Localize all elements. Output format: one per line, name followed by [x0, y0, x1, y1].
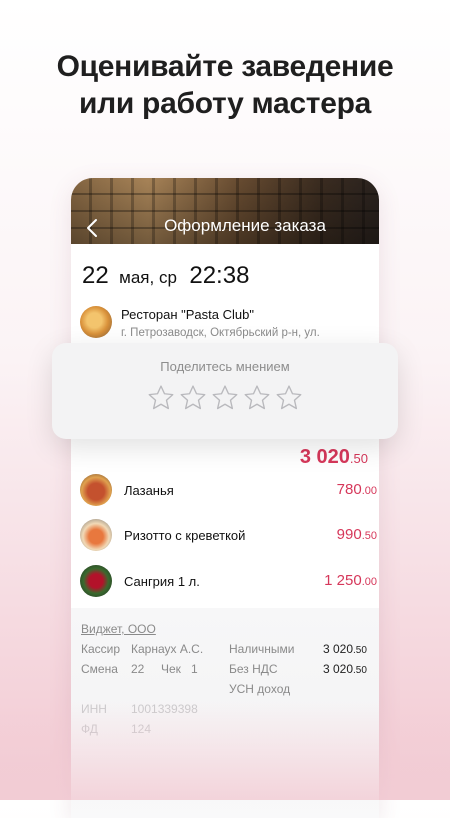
risotto-photo [80, 519, 112, 551]
phone-screen: Оформление заказа 22 мая, ср 22:38 Ресто… [71, 178, 379, 818]
star-icon[interactable] [210, 383, 240, 413]
restaurant-address: г. Петрозаводск, Октябрьский р-н, ул. [121, 327, 320, 339]
order-time: 22:38 [189, 262, 250, 289]
star-icon[interactable] [146, 383, 176, 413]
sangria-photo [80, 565, 112, 597]
headline-line-2: или работу мастера [78, 87, 371, 120]
cashier-label: Кассир [81, 642, 121, 656]
screen-title: Оформление заказа [164, 216, 326, 235]
receipt-company[interactable]: Виджет, ООО [81, 622, 156, 636]
item-name: Сангрия 1 л. [124, 574, 200, 589]
promo-headline: Оценивайте заведение или работу мастера [0, 48, 450, 122]
lasagna-photo [80, 474, 112, 506]
order-total-integer: 3 020 [299, 446, 350, 468]
order-item: Ризотто с креветкой 990.50 [80, 519, 377, 553]
star-rating[interactable] [52, 383, 398, 413]
inn-label: ИНН [81, 702, 107, 716]
vat-value: 3 020.50 [323, 662, 367, 676]
vat-label: Без НДС [229, 662, 278, 676]
item-price: 1 250.00 [324, 572, 377, 589]
shift-value: 22 [131, 662, 145, 676]
item-name: Лазанья [124, 483, 174, 498]
star-icon[interactable] [242, 383, 272, 413]
restaurant-name: Ресторан "Pasta Club" [121, 307, 254, 322]
star-icon[interactable] [274, 383, 304, 413]
fiscal-receipt: Виджет, ООО Кассир Карнаух А.С. Наличным… [71, 608, 379, 818]
back-arrow-icon[interactable] [85, 218, 101, 238]
cash-label: Наличными [229, 642, 295, 656]
fd-label: ФД [81, 722, 98, 736]
check-label: Чек [161, 662, 181, 676]
order-total: 3 020.50 [300, 446, 368, 469]
cash-value: 3 020.50 [323, 642, 367, 656]
check-value: 1 [191, 662, 198, 676]
tax-system-label: УСН доход [229, 682, 291, 696]
order-day: 22 [82, 262, 109, 289]
order-item: Сангрия 1 л. 1 250.00 [80, 565, 377, 599]
order-datetime: 22 мая, ср 22:38 [82, 262, 249, 290]
rating-popup: Поделитесь мнением [52, 343, 398, 439]
shift-label: Смена [81, 662, 118, 676]
order-item: Лазанья 780.00 [80, 474, 377, 508]
restaurant-info[interactable]: Ресторан "Pasta Club" г. Петрозаводск, О… [80, 306, 379, 346]
item-name: Ризотто с креветкой [124, 528, 246, 543]
cashier-value: Карнаух А.С. [131, 642, 204, 656]
restaurant-avatar [80, 306, 112, 338]
fd-value: 124 [131, 722, 152, 736]
item-price: 990.50 [336, 526, 377, 543]
order-month-weekday: мая, ср [119, 268, 177, 287]
item-price: 780.00 [336, 481, 377, 498]
rating-prompt: Поделитесь мнением [160, 359, 290, 374]
headline-line-1: Оценивайте заведение [56, 50, 394, 83]
order-total-decimal: .50 [349, 451, 368, 466]
inn-value: 1001339398 [131, 702, 198, 716]
star-icon[interactable] [178, 383, 208, 413]
